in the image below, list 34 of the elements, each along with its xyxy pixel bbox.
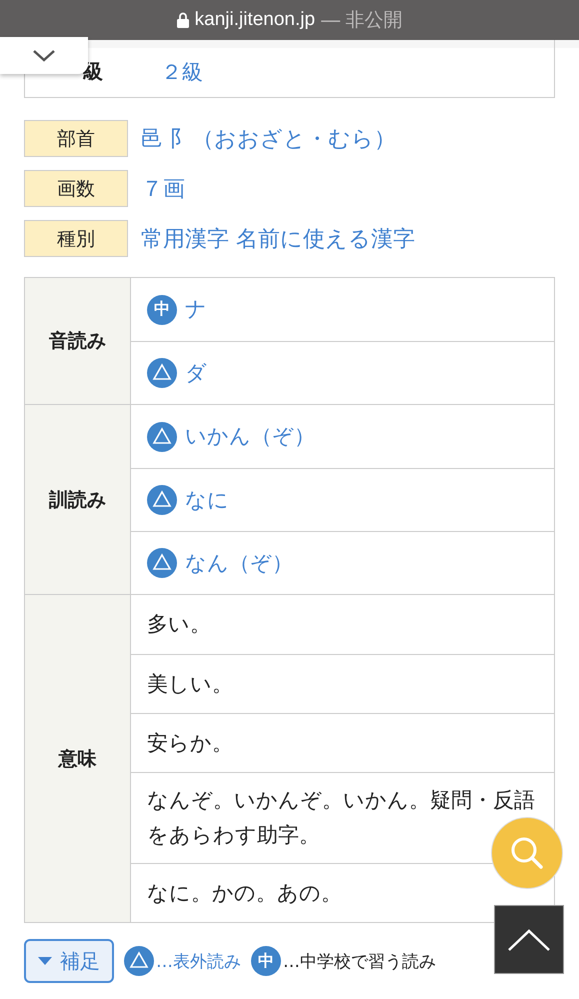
reading-link[interactable]: いかん（ぞ）: [185, 419, 315, 454]
scroll-top-button[interactable]: [494, 905, 564, 974]
middle-school-badge: 中: [147, 294, 177, 324]
info-value[interactable]: 常用漢字 名前に使える漢字: [141, 224, 415, 254]
caret-icon: [38, 957, 52, 965]
lock-icon: [176, 12, 189, 28]
chevron-up-icon: [508, 928, 550, 950]
reading-link[interactable]: なん（ぞ）: [185, 546, 293, 580]
info-label: 部首: [24, 120, 128, 157]
header-text: 音読み: [49, 329, 106, 354]
meaning-text: 美しい。: [147, 670, 233, 698]
reading-link[interactable]: ナ: [185, 292, 207, 327]
reading-link[interactable]: ダ: [185, 356, 207, 390]
grade-value: ２級: [161, 58, 203, 86]
legend-link[interactable]: …表外読み: [156, 950, 241, 972]
info-value[interactable]: 邑 阝（おおざと・むら）: [141, 124, 396, 154]
privacy-label: — 非公開: [321, 9, 402, 33]
meaning-text: 安らか。: [147, 730, 233, 756]
chevron-down-icon: [33, 50, 55, 62]
meaning-text: 多い。: [147, 611, 211, 638]
middle-school-badge: 中: [251, 946, 281, 976]
browser-address-bar[interactable]: kanji.jitenon.jp — 非公開: [0, 0, 579, 40]
info-value[interactable]: ７画: [141, 174, 185, 204]
legend-text: …中学校で習う読み: [283, 950, 436, 972]
header-text: 訓読み: [49, 488, 106, 512]
site-domain: kanji.jitenon.jp: [194, 9, 316, 31]
header-text: 意味: [58, 746, 96, 772]
meaning-text: なに。かの。あの。: [147, 880, 342, 906]
reading-link[interactable]: なに: [185, 482, 229, 518]
meaning-text: なんぞ。いかんぞ。いかん。疑問・反語をあらわす助字。: [147, 787, 536, 849]
supplement-toggle[interactable]: 補足: [24, 939, 114, 983]
info-label: 種別: [24, 220, 128, 257]
search-icon: [510, 836, 544, 870]
info-label: 画数: [24, 170, 128, 207]
